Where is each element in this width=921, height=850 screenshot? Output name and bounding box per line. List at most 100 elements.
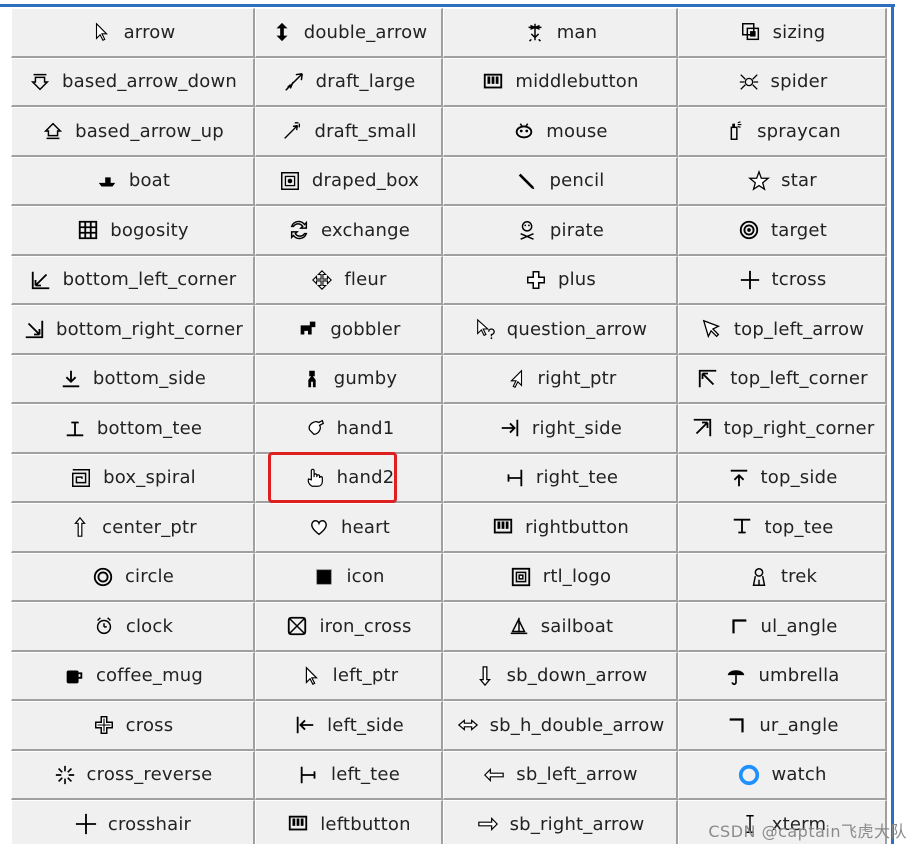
cursor-button-fleur[interactable]: fleur	[255, 255, 443, 305]
cursor-label: man	[556, 21, 598, 43]
bottom-strip	[0, 844, 921, 850]
cursor-label: pencil	[549, 170, 605, 192]
cursor-button-based-arrow-down[interactable]: based_arrow_down	[11, 57, 255, 107]
cursor-button-iron-cross[interactable]: iron_cross	[255, 602, 443, 652]
cursor-button-hand2[interactable]: hand2	[255, 453, 443, 503]
circle-icon	[91, 565, 115, 589]
cursor-button-coffee-mug[interactable]: coffee_mug	[11, 651, 255, 701]
cursor-button-arrow[interactable]: arrow	[11, 8, 255, 58]
cursor-button-top-right-corner[interactable]: top_right_corner	[678, 404, 887, 454]
cursor-button-mouse[interactable]: mouse	[443, 107, 678, 157]
cursor-button-ul-angle[interactable]: ul_angle	[678, 602, 887, 652]
left-ptr-icon	[299, 664, 323, 688]
cursor-button-top-left-corner[interactable]: top_left_corner	[678, 354, 887, 404]
cursor-button-bottom-left-corner[interactable]: bottom_left_corner	[11, 255, 255, 305]
cursor-label: top_tee	[764, 516, 834, 538]
sb-down-arrow-icon	[473, 664, 497, 688]
cursor-button-watch[interactable]: watch	[678, 750, 887, 800]
heart-icon	[307, 515, 331, 539]
cursor-label: icon	[346, 566, 385, 588]
cursor-label: watch	[771, 764, 827, 786]
cursor-button-sailboat[interactable]: sailboat	[443, 602, 678, 652]
cursor-button-trek[interactable]: trek	[678, 552, 887, 602]
cursor-button-gobbler[interactable]: gobbler	[255, 305, 443, 355]
cursor-button-tcross[interactable]: tcross	[678, 255, 887, 305]
cursor-button-pencil[interactable]: pencil	[443, 156, 678, 206]
cursor-label: target	[771, 219, 827, 241]
cursor-button-pirate[interactable]: pirate	[443, 206, 678, 256]
cursor-button-bottom-right-corner[interactable]: bottom_right_corner	[11, 305, 255, 355]
cursor-button-top-left-arrow[interactable]: top_left_arrow	[678, 305, 887, 355]
cursor-button-question-arrow[interactable]: question_arrow	[443, 305, 678, 355]
cursor-button-double-arrow[interactable]: double_arrow	[255, 8, 443, 58]
cursor-button-rtl-logo[interactable]: rtl_logo	[443, 552, 678, 602]
cursor-button-bottom-tee[interactable]: bottom_tee	[11, 404, 255, 454]
cursor-button-sb-h-double-arrow[interactable]: sb_h_double_arrow	[443, 701, 678, 751]
cursor-button-middlebutton[interactable]: middlebutton	[443, 57, 678, 107]
cursor-label: star	[781, 170, 817, 192]
bottom-side-icon	[59, 367, 83, 391]
cursor-button-draft-small[interactable]: draft_small	[255, 107, 443, 157]
cursor-button-left-tee[interactable]: left_tee	[255, 750, 443, 800]
cursor-button-rightbutton[interactable]: rightbutton	[443, 503, 678, 553]
cursor-button-star[interactable]: star	[678, 156, 887, 206]
cursor-button-icon[interactable]: icon	[255, 552, 443, 602]
based-arrow-up-icon	[41, 119, 65, 143]
watch-icon	[737, 763, 761, 787]
cursor-button-clock[interactable]: clock	[11, 602, 255, 652]
cursor-button-spider[interactable]: spider	[678, 57, 887, 107]
cursor-button-umbrella[interactable]: umbrella	[678, 651, 887, 701]
cursor-button-heart[interactable]: heart	[255, 503, 443, 553]
cursor-button-right-side[interactable]: right_side	[443, 404, 678, 454]
rightbutton-icon	[491, 515, 515, 539]
cursor-button-hand1[interactable]: hand1	[255, 404, 443, 454]
cursor-button-right-tee[interactable]: right_tee	[443, 453, 678, 503]
cursor-button-plus[interactable]: plus	[443, 255, 678, 305]
cursor-button-center-ptr[interactable]: center_ptr	[11, 503, 255, 553]
cursor-button-boat[interactable]: boat	[11, 156, 255, 206]
bottom-right-corner-icon	[22, 317, 46, 341]
cursor-label: exchange	[321, 219, 410, 241]
cursor-label: left_ptr	[332, 665, 399, 687]
cursor-button-sizing[interactable]: sizing	[678, 8, 887, 58]
cursor-button-crosshair[interactable]: crosshair	[11, 800, 255, 850]
cursor-button-bottom-side[interactable]: bottom_side	[11, 354, 255, 404]
cursor-label: crosshair	[107, 813, 192, 835]
pencil-icon	[515, 169, 539, 193]
cursor-button-right-ptr[interactable]: right_ptr	[443, 354, 678, 404]
cursor-button-spraycan[interactable]: spraycan	[678, 107, 887, 157]
cursor-button-based-arrow-up[interactable]: based_arrow_up	[11, 107, 255, 157]
cursor-label: clock	[125, 615, 174, 637]
plus-icon	[524, 268, 548, 292]
cursor-label: bottom_tee	[96, 417, 203, 439]
cursor-button-left-ptr[interactable]: left_ptr	[255, 651, 443, 701]
cursor-button-top-side[interactable]: top_side	[678, 453, 887, 503]
cursor-button-cross[interactable]: cross	[11, 701, 255, 751]
cursor-button-sb-left-arrow[interactable]: sb_left_arrow	[443, 750, 678, 800]
cursor-button-sb-down-arrow[interactable]: sb_down_arrow	[443, 651, 678, 701]
cursor-button-draped-box[interactable]: draped_box	[255, 156, 443, 206]
box-spiral-icon	[69, 466, 93, 490]
cursor-label: ul_angle	[760, 615, 838, 637]
cursor-button-circle[interactable]: circle	[11, 552, 255, 602]
spider-icon	[737, 70, 761, 94]
cursor-button-cross-reverse[interactable]: cross_reverse	[11, 750, 255, 800]
cursor-button-draft-large[interactable]: draft_large	[255, 57, 443, 107]
cursor-button-top-tee[interactable]: top_tee	[678, 503, 887, 553]
cursor-button-sb-right-arrow[interactable]: sb_right_arrow	[443, 800, 678, 850]
cross-reverse-icon	[53, 763, 77, 787]
bottom-tee-icon	[63, 416, 87, 440]
cursor-button-left-side[interactable]: left_side	[255, 701, 443, 751]
tcross-icon	[738, 268, 762, 292]
cursor-button-bogosity[interactable]: bogosity	[11, 206, 255, 256]
cursor-button-leftbutton[interactable]: leftbutton	[255, 800, 443, 850]
cursor-button-man[interactable]: man	[443, 8, 678, 58]
cursor-button-ur-angle[interactable]: ur_angle	[678, 701, 887, 751]
cursor-button-exchange[interactable]: exchange	[255, 206, 443, 256]
cursor-button-target[interactable]: target	[678, 206, 887, 256]
cursor-label: sb_h_double_arrow	[489, 714, 665, 736]
top-tee-icon	[730, 515, 754, 539]
cursor-button-gumby[interactable]: gumby	[255, 354, 443, 404]
cursor-button-box-spiral[interactable]: box_spiral	[11, 453, 255, 503]
target-icon	[737, 218, 761, 242]
